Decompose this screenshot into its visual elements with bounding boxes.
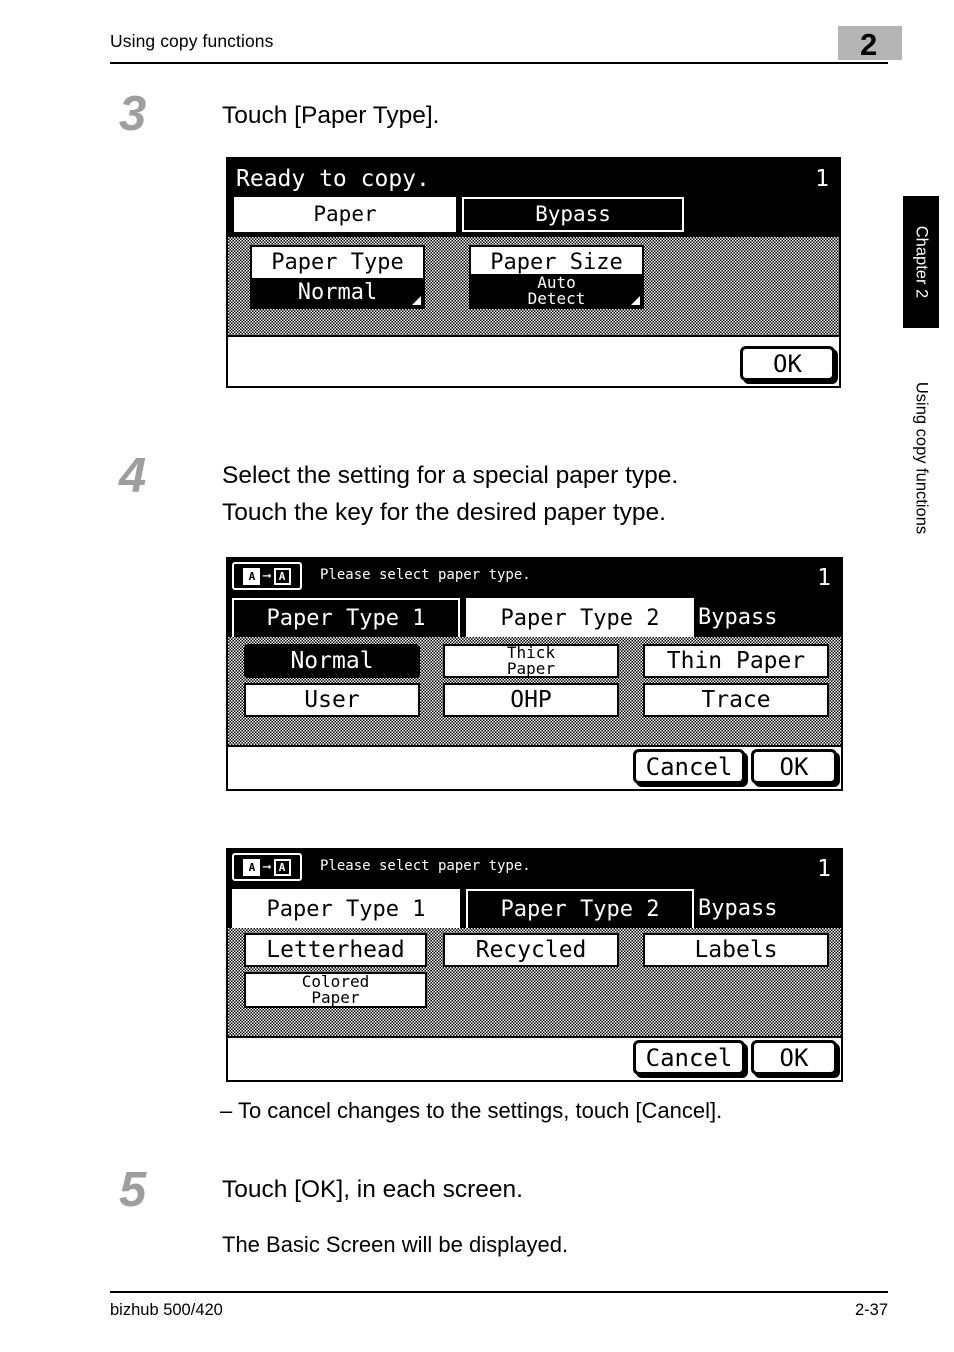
lcd2-key-user[interactable]: User	[244, 683, 420, 717]
lcd-screen-paper-type-2: A ➞ A Please select paper type. 1 Paper …	[226, 848, 843, 1082]
lcd1-copy-count: 1	[815, 166, 829, 192]
lcd2-tab-bypass[interactable]: Bypass	[698, 598, 841, 637]
step-3-text: Touch [Paper Type].	[222, 102, 440, 129]
lcd1-key-paper-size-fold-icon	[631, 296, 640, 305]
lcd3-key-colored-paper[interactable]: Colored Paper	[244, 972, 427, 1008]
copy-a-icon: A	[273, 858, 291, 876]
lcd3-tab-bypass[interactable]: Bypass	[698, 889, 841, 928]
lcd3-key-letterhead[interactable]: Letterhead	[244, 933, 427, 967]
lcd3-status-text: Please select paper type.	[320, 858, 531, 874]
lcd3-tab-paper-type-1[interactable]: Paper Type 1	[232, 889, 460, 928]
original-to-copy-icon: A ➞ A	[232, 853, 302, 881]
lcd2-key-normal[interactable]: Normal	[244, 644, 420, 678]
step-5-number: 5	[119, 1163, 147, 1217]
manual-page: Using copy functions 2 Chapter 2 Using c…	[0, 0, 954, 1352]
lcd2-ok-button[interactable]: OK	[751, 749, 837, 784]
lcd2-foot-bar	[228, 745, 841, 789]
lcd-screen-paper-type-1: A ➞ A Please select paper type. 1 Paper …	[226, 557, 843, 791]
page-header-title: Using copy functions	[110, 31, 274, 51]
lcd3-tab-paper-type-2[interactable]: Paper Type 2	[466, 889, 694, 928]
side-tab-chapter: Chapter 2	[903, 196, 939, 328]
lcd3-key-recycled[interactable]: Recycled	[443, 933, 619, 967]
side-tab-section-label: Using copy functions	[912, 381, 931, 535]
lcd1-tab-bypass[interactable]: Bypass	[462, 197, 684, 232]
lcd3-key-labels[interactable]: Labels	[643, 933, 829, 967]
lcd1-key-paper-type-value: Normal	[252, 278, 423, 307]
footer-rule	[110, 1291, 888, 1294]
original-to-copy-icon: A ➞ A	[232, 562, 302, 590]
lcd1-key-paper-type-title: Paper Type	[252, 247, 423, 278]
chapter-number: 2	[860, 27, 878, 62]
lcd1-key-paper-type[interactable]: Paper Type Normal	[250, 245, 425, 309]
lcd1-key-paper-type-fold-icon	[412, 296, 421, 305]
lcd2-tab-paper-type-1[interactable]: Paper Type 1	[232, 598, 460, 637]
copy-a-icon: A	[273, 567, 291, 585]
lcd2-key-ohp[interactable]: OHP	[443, 683, 619, 717]
lcd1-key-paper-size[interactable]: Paper Size Auto Detect	[469, 245, 644, 309]
lcd1-tab-paper[interactable]: Paper	[234, 197, 456, 232]
lcd1-key-paper-size-value: Auto Detect	[471, 274, 642, 307]
cancel-note: – To cancel changes to the settings, tou…	[220, 1098, 723, 1123]
lcd-screen-basic-paper: Ready to copy. 1 Paper Bypass Paper Type…	[226, 157, 841, 388]
side-tab-section: Using copy functions	[903, 340, 939, 576]
lcd2-key-thick-paper[interactable]: Thick Paper	[443, 644, 619, 678]
step-3-number: 3	[119, 87, 147, 141]
lcd3-foot-bar	[228, 1036, 841, 1080]
step-4-number: 4	[119, 449, 147, 503]
footer-page-number: 2-37	[854, 1301, 888, 1319]
lcd2-key-thin-paper[interactable]: Thin Paper	[643, 644, 829, 678]
step-5-text: Touch [OK], in each screen.	[222, 1176, 523, 1203]
original-a-icon: A	[243, 858, 261, 876]
lcd2-cancel-button[interactable]: Cancel	[633, 749, 745, 784]
arrow-right-icon: ➞	[262, 857, 272, 876]
lcd1-ok-button[interactable]: OK	[740, 346, 835, 381]
lcd1-status-text: Ready to copy.	[236, 166, 430, 192]
lcd2-key-trace[interactable]: Trace	[643, 683, 829, 717]
lcd3-ok-button[interactable]: OK	[751, 1040, 837, 1075]
lcd2-tab-paper-type-2[interactable]: Paper Type 2	[466, 598, 694, 637]
step-5-result-text: The Basic Screen will be displayed.	[222, 1232, 569, 1257]
lcd3-copy-count: 1	[817, 856, 831, 882]
lcd3-cancel-button[interactable]: Cancel	[633, 1040, 745, 1075]
arrow-right-icon: ➞	[262, 566, 272, 585]
side-tab-chapter-label: Chapter 2	[912, 225, 931, 299]
step-4-text: Select the setting for a special paper t…	[222, 462, 679, 526]
header-rule	[110, 62, 888, 65]
original-a-icon: A	[243, 567, 261, 585]
lcd2-copy-count: 1	[817, 565, 831, 591]
footer-product-name: bizhub 500/420	[110, 1301, 223, 1319]
lcd2-status-text: Please select paper type.	[320, 567, 531, 583]
